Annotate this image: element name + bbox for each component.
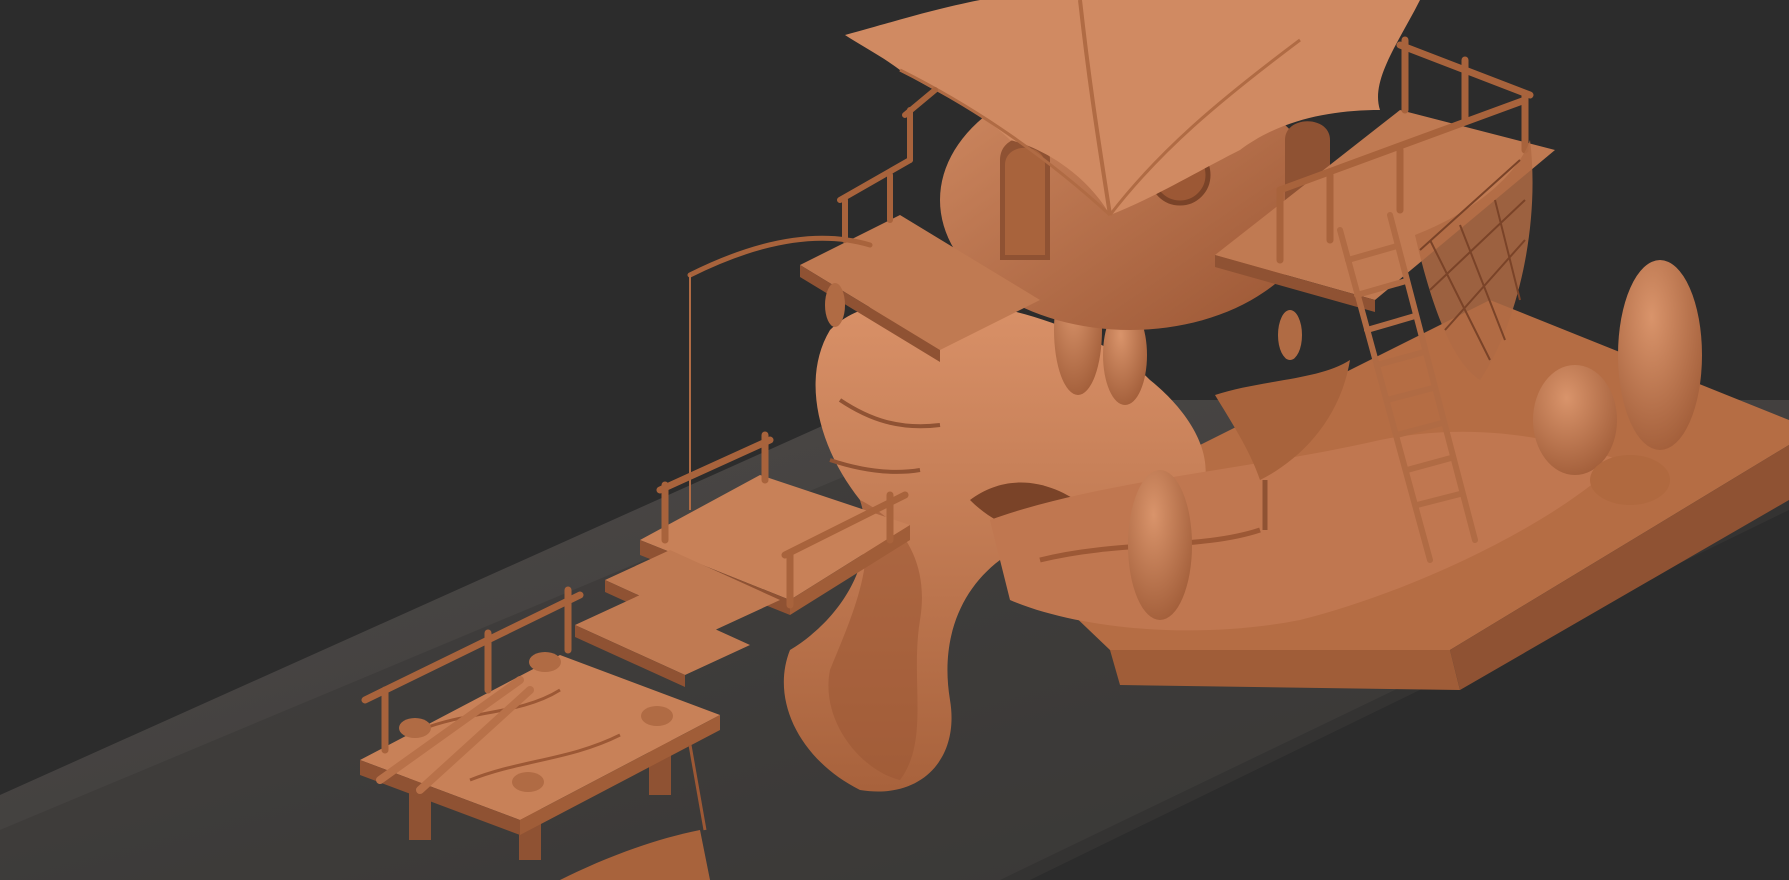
hanging-fish <box>825 283 845 327</box>
bush <box>1590 455 1670 505</box>
hanging-fish <box>1278 310 1302 360</box>
dock-post-cap <box>399 718 431 738</box>
sculpt-render <box>0 0 1789 880</box>
hut-door <box>1005 147 1045 255</box>
dock-post-cap <box>641 706 673 726</box>
dock-post-cap <box>529 652 561 672</box>
bush <box>1128 470 1192 620</box>
dock-post-cap <box>512 772 544 792</box>
bush <box>1618 260 1702 450</box>
bush <box>1533 365 1617 475</box>
